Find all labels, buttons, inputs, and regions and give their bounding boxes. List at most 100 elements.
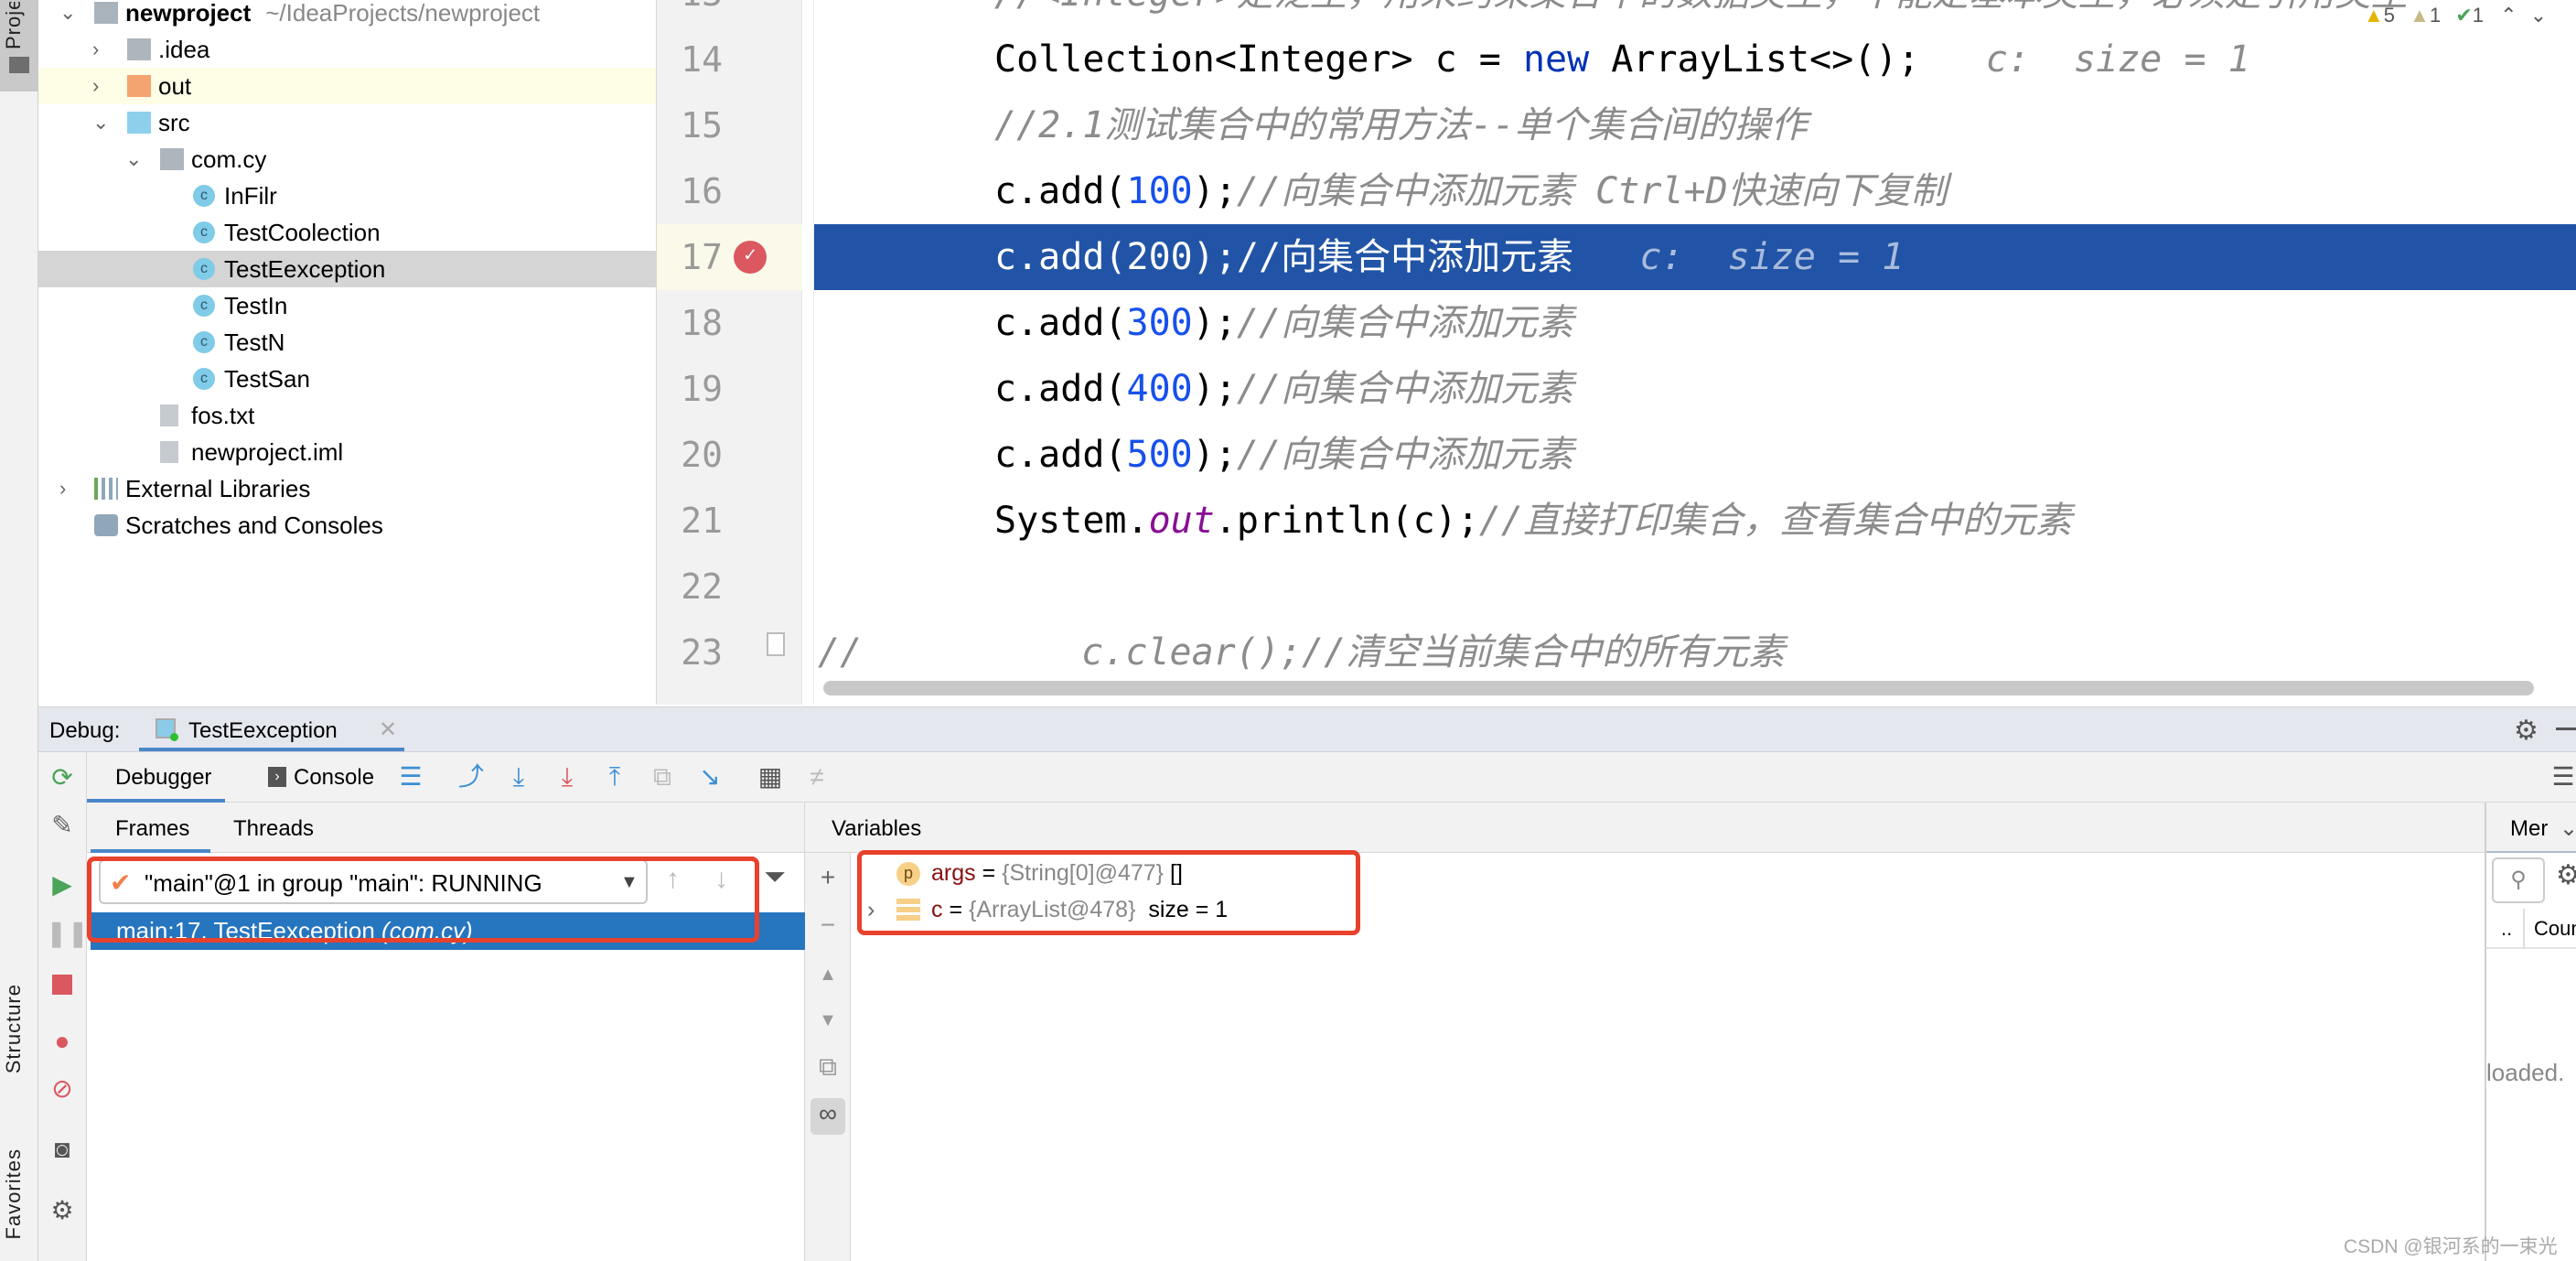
show-execution-point-icon[interactable]: ⤴ — [456, 761, 487, 792]
code-line[interactable]: 14 Collection<Integer> c = new ArrayList<… — [657, 27, 2576, 92]
code-line[interactable]: 22 — [657, 554, 2576, 620]
tree-item[interactable]: c TestSan — [38, 361, 656, 397]
mute-breakpoints-icon[interactable]: ⊘ — [46, 1072, 79, 1105]
tree-item[interactable]: › .idea — [38, 31, 656, 68]
tree-item-path: ~/IdeaProjects/newproject — [265, 0, 541, 27]
close-tab-icon[interactable]: ✕ — [379, 717, 397, 743]
fold-icon[interactable] — [767, 632, 785, 656]
settings-icon[interactable]: ⚙ — [46, 1194, 79, 1227]
folder-icon — [9, 57, 29, 73]
tree-item-label: newproject.iml — [191, 438, 344, 466]
tree-item[interactable]: › out — [38, 68, 656, 104]
memory-search-input[interactable]: ⚲ — [2492, 857, 2545, 903]
project-tool-tab[interactable]: Project — [0, 0, 38, 92]
package-icon — [160, 148, 184, 170]
rerun-icon[interactable]: ⟳ — [46, 761, 79, 794]
code-token: System. — [994, 500, 1149, 542]
code-line[interactable]: 17 ✓ c.add(200);//向集合中添加元素 c: size = 1 — [657, 224, 2576, 290]
code-line[interactable]: 13 //<Integer>是泛型，用来约束集合中的数据类型，不能是基本类型，必须… — [657, 0, 2576, 27]
code-token: //向集合中添加元素 Ctrl+D快速向下复制 — [1236, 170, 1948, 212]
favorites-tool-tab[interactable]: Favorites — [2, 1148, 26, 1239]
step-over-icon[interactable]: ⤓ — [503, 761, 534, 792]
move-up-icon[interactable]: ▲ — [812, 959, 843, 990]
gear-icon[interactable]: ⚙ — [2556, 859, 2576, 891]
tree-item[interactable]: fos.txt — [38, 397, 656, 434]
breakpoint-icon[interactable]: ✓ — [734, 241, 767, 274]
remove-watch-icon[interactable]: − — [812, 910, 843, 941]
line-number: 14 — [681, 39, 723, 80]
line-number: 23 — [681, 632, 723, 673]
code-line[interactable]: 18 c.add(300);//向集合中添加元素 — [657, 290, 2576, 356]
tab-console[interactable]: › Console — [252, 752, 389, 803]
tree-item[interactable]: c InFilr — [38, 178, 656, 214]
code-editor[interactable]: ▲5 ▲1 ✔1 ⌃ ⌄ 13//<Integer>是泛型，用来约束集合中的数据… — [657, 0, 2576, 705]
debug-actions-strip: ⟳ ✎ ▶ ❚❚ ● ⊘ ◙ ⚙ — [38, 752, 89, 1261]
copy-icon[interactable]: ⧉ — [812, 1051, 843, 1083]
code-token: ); — [1192, 170, 1237, 212]
code-token: Collection<Integer> c = — [994, 38, 1523, 81]
line-number: 16 — [681, 171, 723, 211]
structure-tool-tab[interactable]: Structure — [2, 984, 26, 1073]
stop-icon[interactable] — [46, 966, 79, 999]
evaluate-expression-icon[interactable]: ▦ — [755, 761, 786, 792]
chevron-down-icon[interactable]: ⌄ — [59, 0, 78, 31]
tree-item[interactable]: › External Libraries — [38, 470, 656, 507]
iml-file-icon — [160, 441, 178, 463]
code-token: 300 — [1126, 302, 1193, 344]
run-to-cursor-icon[interactable]: ↘ — [694, 761, 725, 792]
resume-icon[interactable]: ▶ — [46, 868, 79, 901]
memory-count-column[interactable]: Coun — [2523, 909, 2576, 949]
code-line[interactable]: 20 c.add(500);//向集合中添加元素 — [657, 422, 2576, 488]
chevron-down-icon[interactable]: ⌄ — [125, 141, 144, 178]
tree-item[interactable]: c TestN — [38, 324, 656, 361]
inline-debug-value: c: size = 1 — [1573, 236, 1905, 278]
tree-item[interactable]: ⌄ com.cy — [38, 141, 656, 178]
options-menu-icon[interactable]: ☰ — [2548, 761, 2576, 792]
tab-frames[interactable]: Frames — [91, 803, 210, 853]
chevron-right-icon[interactable]: › — [59, 470, 78, 507]
gear-icon[interactable]: ⚙ — [2514, 715, 2538, 747]
view-breakpoints-icon[interactable]: ● — [46, 1025, 79, 1058]
tab-memory[interactable]: Mer ⌄ — [2486, 803, 2576, 853]
chevron-right-icon[interactable]: › — [92, 31, 111, 68]
trace-icon[interactable]: ≠ — [801, 761, 832, 792]
tree-item[interactable]: ⌄ newproject ~/IdeaProjects/newproject — [38, 0, 656, 31]
code-line[interactable]: 21 System.out.println(c);//直接打印集合，查看集合中的元… — [657, 488, 2576, 554]
filter-icon[interactable]: ⏷ — [764, 862, 786, 893]
code-line[interactable]: 23 // c.clear();//清空当前集合中的所有元素 — [657, 620, 2576, 685]
code-line[interactable]: 15 //2.1测试集合中的常用方法--单个集合间的操作 — [657, 92, 2576, 158]
pause-icon[interactable]: ❚❚ — [46, 917, 89, 950]
modify-config-icon[interactable]: ✎ — [46, 809, 79, 842]
glasses-icon[interactable]: ∞ — [810, 1098, 845, 1135]
code-token: //直接打印集合，查看集合中的元素 — [1478, 500, 2072, 542]
camera-icon[interactable]: ◙ — [46, 1133, 79, 1166]
code-line[interactable]: 19 c.add(400);//向集合中添加元素 — [657, 356, 2576, 422]
code-token: c.add( — [994, 170, 1127, 212]
move-down-icon[interactable]: ▼ — [812, 1005, 843, 1036]
line-number: 15 — [681, 105, 723, 146]
layout-menu-icon[interactable]: ☰ — [395, 761, 426, 792]
tree-item[interactable]: c TestCoolection — [38, 214, 656, 251]
chevron-right-icon[interactable]: › — [92, 68, 111, 104]
code-line[interactable]: 16 c.add(100);//向集合中添加元素 Ctrl+D快速向下复制 — [657, 158, 2576, 224]
minimize-icon[interactable] — [2556, 728, 2576, 730]
step-into-icon[interactable]: ⤓ — [552, 761, 583, 792]
tree-item[interactable]: c TestIn — [38, 287, 656, 324]
tree-item[interactable]: Scratches and Consoles — [38, 507, 656, 544]
tree-item[interactable]: ⌄ src — [38, 104, 656, 141]
tab-threads[interactable]: Threads — [233, 816, 314, 842]
tab-debugger[interactable]: Debugger — [87, 752, 225, 803]
line-number: 20 — [681, 435, 723, 475]
frames-header: Frames Threads — [87, 803, 805, 853]
tree-item[interactable]: newproject.iml — [38, 434, 656, 470]
left-tool-strip: Project Structure Favorites — [0, 0, 38, 1261]
step-out-icon[interactable]: ⤒ — [599, 761, 630, 792]
drop-frame-icon[interactable]: ⧉ — [647, 761, 678, 792]
code-token: //向集合中添加元素 — [1236, 302, 1574, 344]
new-watch-icon[interactable]: + — [812, 862, 843, 893]
variables-title: Variables — [832, 816, 922, 841]
debug-session-tab[interactable]: TestEexception ✕ — [139, 707, 404, 751]
tree-item[interactable]: c TestEexception — [38, 251, 656, 287]
java-class-icon: c — [193, 185, 215, 207]
chevron-down-icon[interactable]: ⌄ — [92, 104, 111, 141]
